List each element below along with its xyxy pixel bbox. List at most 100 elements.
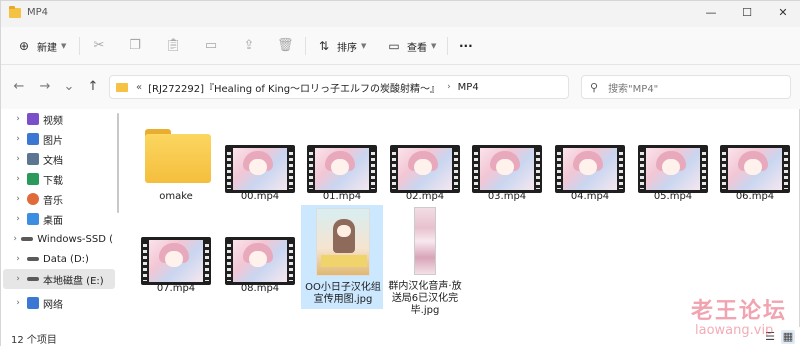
breadcrumb-item[interactable]: MP4 (458, 82, 479, 93)
title-bar: MP4 — ☐ ✕ (1, 1, 800, 27)
file-name: 07.mp4 (156, 283, 196, 294)
sort-icon: ⇅ (318, 39, 330, 53)
video-thumbnail (390, 145, 460, 193)
view-button[interactable]: ▭ 查看 ▼ (387, 36, 436, 56)
forward-arrow-icon[interactable]: → (37, 79, 53, 95)
file-name: 送局6已汉化完 (391, 293, 459, 304)
file-name: 00.mp4 (240, 191, 280, 202)
chevron-down-icon: ▼ (361, 42, 367, 50)
sidebar-item-label: 本地磁盘 (E:) (43, 275, 104, 287)
drive-icon (27, 277, 39, 281)
maximize-button[interactable]: ☐ (729, 1, 765, 25)
file-name: 06.mp4 (735, 191, 775, 202)
file-item-selected[interactable]: OO小日子汉化组 宣传用图.jpg (301, 205, 383, 309)
video-thumbnail (720, 145, 790, 193)
file-item[interactable]: 03.mp4 (466, 115, 548, 207)
chevron-right-icon[interactable]: › (11, 154, 25, 164)
up-arrow-icon[interactable]: ↑ (85, 79, 101, 95)
navigation-pane: › 视频 › 图片 › 文档 › 下载 › 音乐 › 桌面 › Windows-… (1, 109, 119, 327)
window-title: MP4 (27, 7, 49, 18)
divider (305, 37, 306, 55)
chevron-right-icon[interactable]: › (11, 134, 25, 144)
chevron-down-icon: ▼ (431, 42, 437, 50)
more-options-button[interactable]: ··· (459, 36, 473, 56)
sidebar-item-desktop[interactable]: › 桌面 (1, 209, 113, 229)
sidebar-item-downloads[interactable]: › 下载 (1, 169, 113, 189)
image-thumbnail (414, 207, 436, 275)
sidebar-item-label: 视频 (43, 115, 63, 127)
watermark-text: 老王论坛 (691, 299, 788, 324)
chevron-right-icon[interactable]: › (11, 274, 25, 284)
folder-icon (145, 129, 211, 183)
search-input[interactable]: ⚲ 搜索"MP4" (581, 75, 791, 99)
file-item[interactable]: 02.mp4 (384, 115, 466, 207)
file-item[interactable]: 08.mp4 (219, 205, 301, 297)
file-item[interactable]: 06.mp4 (714, 115, 796, 207)
recent-locations-icon[interactable]: ⌄ (61, 79, 77, 95)
sidebar-item-documents[interactable]: › 文档 (1, 149, 113, 169)
cut-icon[interactable]: ✂ (91, 38, 107, 54)
divider (447, 37, 448, 55)
sidebar-item-label: 文档 (43, 155, 63, 167)
delete-icon[interactable]: 🗑︎ (277, 38, 294, 54)
file-name: 群内汉化音声·放 (388, 281, 462, 292)
chevron-right-icon[interactable]: › (11, 174, 25, 184)
folder-icon (9, 6, 21, 18)
pictures-folder-icon (27, 133, 39, 145)
navigation-row: ← → ⌄ ↑ « [RJ272292]『Healing of King～ロリっ… (1, 65, 800, 109)
chevron-right-icon[interactable]: › (11, 234, 19, 244)
breadcrumb-overflow[interactable]: « (136, 82, 142, 93)
sidebar-item-music[interactable]: › 音乐 (1, 189, 113, 209)
view-label: 查看 (407, 42, 427, 54)
sidebar-item-label: 音乐 (43, 195, 63, 207)
sort-label: 排序 (337, 42, 357, 54)
new-button[interactable]: ⊕ 新建 ▼ (17, 36, 66, 56)
chevron-right-icon[interactable]: › (11, 214, 25, 224)
chevron-right-icon[interactable]: › (11, 194, 25, 204)
minimize-button[interactable]: — (693, 1, 729, 25)
watermark-url: laowang.vip (695, 323, 774, 338)
share-icon[interactable]: ⇪ (241, 38, 257, 54)
drive-icon (21, 237, 34, 241)
sidebar-item-videos[interactable]: › 视频 (1, 109, 113, 129)
sidebar-item-label: 桌面 (43, 215, 63, 227)
sort-button[interactable]: ⇅ 排序 ▼ (317, 36, 366, 56)
sidebar-item-network[interactable]: › 网络 (1, 293, 113, 313)
video-thumbnail (307, 145, 377, 193)
view-icon: ▭ (388, 39, 400, 53)
chevron-right-icon[interactable]: › (11, 114, 25, 124)
search-icon: ⚲ (590, 80, 599, 94)
command-bar: ⊕ 新建 ▼ ✂ ❐ 📋︎ ▭ ⇪ 🗑︎ ⇅ 排序 ▼ ▭ 查看 ▼ ··· (1, 27, 800, 65)
file-item[interactable]: omake (135, 115, 217, 207)
image-thumbnail (316, 208, 370, 276)
file-item[interactable]: 01.mp4 (301, 115, 383, 207)
back-arrow-icon[interactable]: ← (11, 79, 27, 95)
divider (79, 37, 80, 55)
watermark: 老王论坛 laowang.vip (691, 293, 800, 346)
file-item[interactable]: 07.mp4 (135, 205, 217, 297)
sidebar-item-label: 图片 (43, 135, 63, 147)
sidebar-item-local-disk-e[interactable]: › 本地磁盘 (E:) (3, 269, 115, 289)
file-item[interactable]: 群内汉化音声·放 送局6已汉化完 毕.jpg (384, 205, 466, 321)
desktop-icon (27, 213, 39, 225)
close-button[interactable]: ✕ (765, 1, 800, 25)
sidebar-item-label: Windows-SSD ( (37, 233, 113, 245)
breadcrumb-item[interactable]: [RJ272292]『Healing of King～ロリっ子エルフの炭酸射精～… (148, 80, 440, 95)
file-item[interactable]: 00.mp4 (219, 115, 301, 207)
address-bar[interactable]: « [RJ272292]『Healing of King～ロリっ子エルフの炭酸射… (109, 75, 569, 99)
sidebar-item-label: 下载 (43, 175, 63, 187)
sidebar-scrollbar[interactable] (117, 113, 119, 213)
copy-icon[interactable]: ❐ (127, 38, 143, 54)
status-bar: 12 个项目 ☰ ▦ (1, 327, 800, 346)
sidebar-item-pictures[interactable]: › 图片 (1, 129, 113, 149)
video-thumbnail (225, 145, 295, 193)
chevron-right-icon[interactable]: › (11, 254, 25, 264)
file-item[interactable]: 04.mp4 (549, 115, 631, 207)
paste-icon[interactable]: 📋︎ (165, 38, 182, 54)
file-item[interactable]: 05.mp4 (632, 115, 714, 207)
chevron-right-icon[interactable]: › (11, 298, 25, 308)
music-icon (27, 193, 39, 205)
rename-icon[interactable]: ▭ (203, 38, 219, 54)
sidebar-item-data-d[interactable]: › Data (D:) (1, 249, 113, 269)
sidebar-item-windows-ssd[interactable]: › Windows-SSD ( (1, 229, 113, 249)
